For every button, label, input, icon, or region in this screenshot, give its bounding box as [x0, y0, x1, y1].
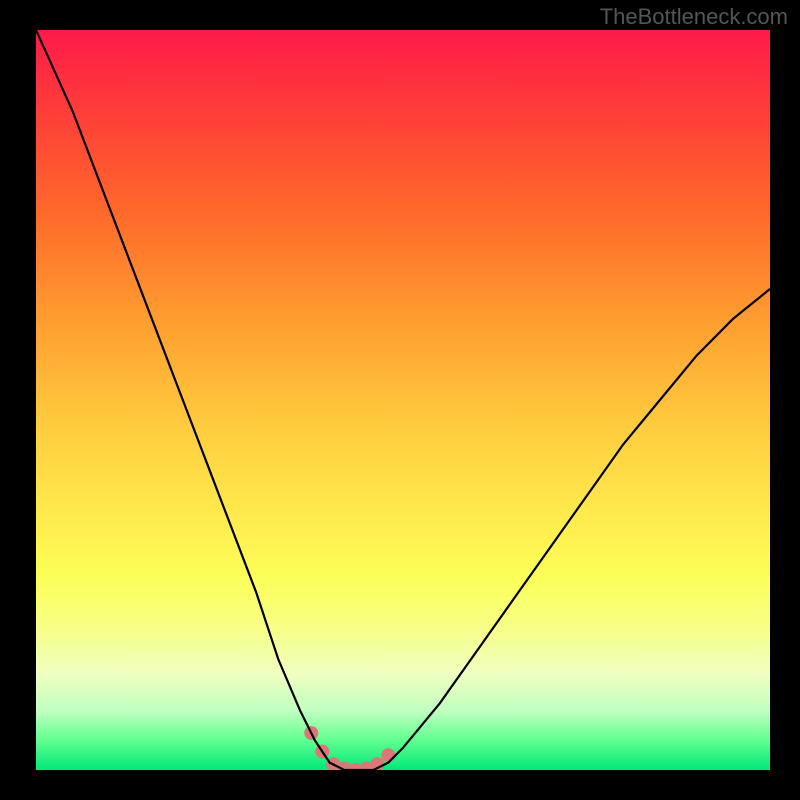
watermark-text: TheBottleneck.com — [600, 4, 788, 30]
marker-dot — [381, 748, 395, 762]
bottleneck-curve — [36, 30, 770, 770]
chart-plot-area — [36, 30, 770, 770]
bottom-markers — [304, 726, 395, 770]
chart-svg — [36, 30, 770, 770]
